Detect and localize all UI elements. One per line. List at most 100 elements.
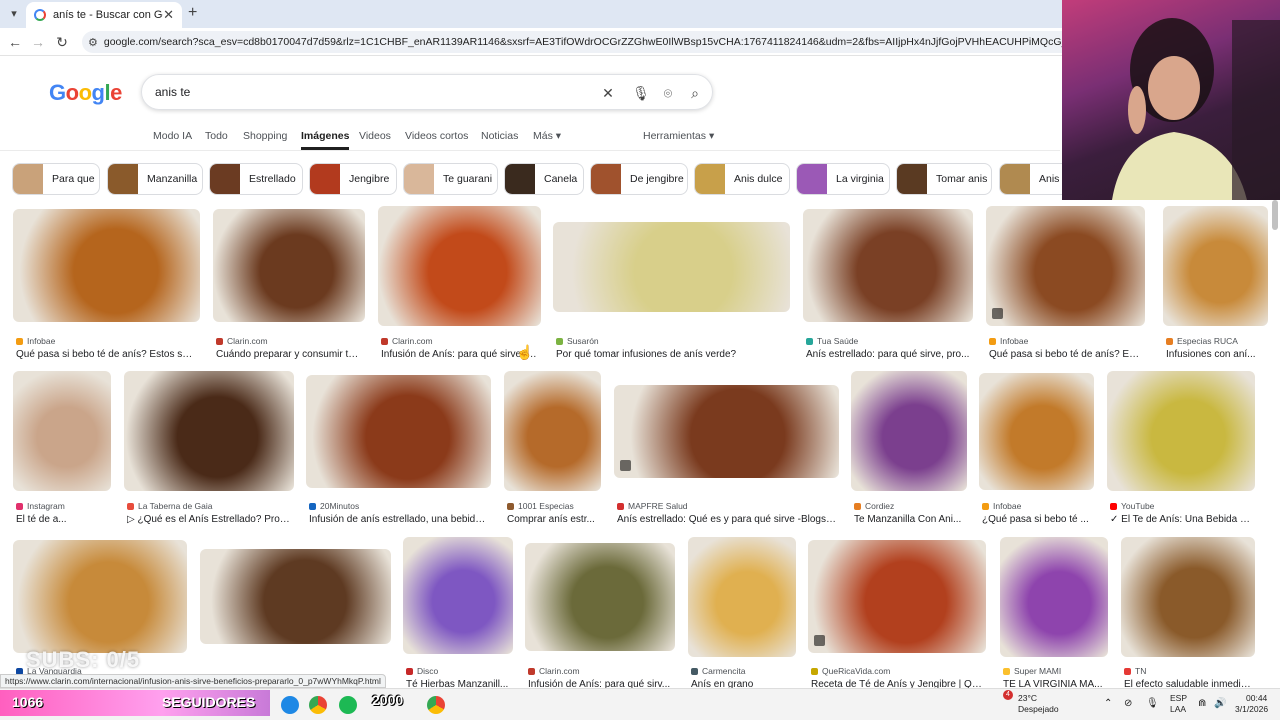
weather-temp[interactable]: 23°C [1018, 693, 1037, 704]
result-source[interactable]: Infobae [989, 336, 1028, 346]
result-source[interactable]: Especias RUCA [1166, 336, 1238, 346]
result-thumbnail-image[interactable] [1163, 206, 1268, 326]
clear-icon[interactable]: ✕ [598, 83, 618, 103]
clock-date[interactable]: 3/1/2026 [1235, 704, 1268, 715]
clock-time[interactable]: 00:44 [1246, 693, 1267, 704]
result-source[interactable]: Infobae [16, 336, 55, 346]
image-result[interactable]: Clarin.com Infusión de Anís: para qué sir… [525, 543, 675, 703]
result-caption[interactable]: Qué pasa si bebo té de anís? Est... [989, 349, 1142, 360]
result-thumbnail-image[interactable] [200, 549, 391, 644]
chip-2[interactable]: Estrellado [209, 163, 303, 195]
result-thumbnail-image[interactable] [1121, 537, 1255, 657]
result-thumbnail-image[interactable] [306, 375, 491, 488]
volume-icon[interactable]: 🔊 [1214, 698, 1226, 709]
image-result[interactable]: TN El efecto saludable inmedia... [1121, 537, 1255, 697]
result-source[interactable]: Susarón [556, 336, 599, 346]
image-result[interactable]: MAPFRE Salud Anís estrellado: Qué es y pa… [614, 385, 839, 545]
result-thumbnail-image[interactable] [1107, 371, 1255, 491]
result-source[interactable]: Tua Saúde [806, 336, 858, 346]
chip-0[interactable]: Para que [12, 163, 100, 195]
language-bottom[interactable]: LAA [1170, 704, 1186, 715]
result-thumbnail-image[interactable] [1000, 537, 1108, 657]
result-caption[interactable]: ✓ El Te de Anís: Una Bebida M... [1110, 514, 1252, 525]
result-caption[interactable]: Comprar anís estr... [507, 514, 598, 525]
result-thumbnail-image[interactable] [124, 371, 294, 491]
chip-8[interactable]: La virginia [796, 163, 890, 195]
tab-search-icon[interactable]: ▾ [6, 6, 22, 22]
image-result[interactable]: Infobae ¿Qué pasa si bebo té ... [979, 373, 1094, 533]
image-result[interactable]: QueRicaVida.com Receta de Té de Anís y Je… [808, 540, 986, 700]
result-caption[interactable]: Anís estrellado: Qué es y para qué sirve… [617, 514, 836, 525]
result-source[interactable]: Cordiez [854, 501, 894, 511]
tab-todo[interactable]: Todo [205, 130, 228, 142]
image-result[interactable]: YouTube ✓ El Te de Anís: Una Bebida M... [1107, 371, 1255, 531]
chip-6[interactable]: De jengibre [590, 163, 688, 195]
result-thumbnail-image[interactable] [525, 543, 675, 651]
result-source[interactable]: TN [1124, 666, 1146, 676]
new-tab-icon[interactable]: + [188, 4, 197, 22]
result-source[interactable]: Disco [406, 666, 438, 676]
result-caption[interactable]: El té de a... [16, 514, 108, 525]
result-caption[interactable]: Infusión de anís estrellado, una bebida … [309, 514, 488, 525]
image-result[interactable]: Instagram El té de a... [13, 371, 111, 531]
tab-modo-ia[interactable]: Modo IA [153, 130, 192, 142]
result-source[interactable]: 20Minutos [309, 501, 359, 511]
result-thumbnail-image[interactable] [979, 373, 1094, 490]
image-result[interactable]: Cordiez Te Manzanilla Con Ani... [851, 371, 967, 531]
image-result[interactable]: Tua Saúde Anís estrellado: para qué sirve… [803, 209, 973, 369]
image-result[interactable]: Super MAMI TE LA VIRGINIA MA... [1000, 537, 1108, 697]
tab-noticias[interactable]: Noticias [481, 130, 518, 142]
result-source[interactable]: La Taberna de Gaia [127, 501, 213, 511]
chip-5[interactable]: Canela [504, 163, 584, 195]
result-thumbnail-image[interactable] [986, 206, 1145, 326]
language-top[interactable]: ESP [1170, 693, 1187, 704]
result-thumbnail-image[interactable] [614, 385, 839, 478]
result-caption[interactable]: Infusión de Anís: para qué sirve, b... [381, 349, 538, 360]
camera-lens-icon[interactable]: ⌾ [658, 83, 678, 103]
image-result[interactable]: 20Minutos Infusión de anís estrellado, un… [306, 375, 491, 535]
site-info-icon[interactable]: ⚙ [88, 36, 98, 49]
result-caption[interactable]: ¿Qué pasa si bebo té ... [982, 514, 1091, 525]
forward-icon[interactable]: → [29, 33, 47, 51]
result-thumbnail-image[interactable] [13, 540, 187, 653]
result-thumbnail-image[interactable] [553, 222, 790, 312]
result-source[interactable] [203, 666, 214, 673]
microphone-tray-icon[interactable]: 🎙 [1146, 698, 1159, 709]
result-caption[interactable]: Cuándo preparar y consumir té ... [216, 349, 362, 360]
image-result[interactable]: Especias RUCA Infusiones con aní... [1163, 206, 1268, 366]
result-source[interactable]: 1001 Especias [507, 501, 574, 511]
edge-icon[interactable] [281, 696, 299, 714]
back-icon[interactable]: ← [6, 33, 24, 51]
result-caption[interactable]: Te Manzanilla Con Ani... [854, 514, 964, 525]
image-result[interactable]: Disco Té Hierbas Manzanill... [403, 537, 513, 697]
result-thumbnail-image[interactable] [213, 209, 365, 322]
chip-1[interactable]: Manzanilla [107, 163, 203, 195]
result-caption[interactable]: Anís estrellado: para qué sirve, pro... [806, 349, 970, 360]
tab-mas[interactable]: Más ▾ [533, 130, 561, 142]
close-tab-icon[interactable]: ✕ [163, 7, 174, 23]
result-source[interactable]: MAPFRE Salud [617, 501, 688, 511]
tab-imagenes[interactable]: Imágenes [301, 130, 350, 150]
search-icon[interactable]: ⌕ [685, 83, 705, 103]
tray-overflow-icon[interactable]: ⌃ [1104, 698, 1112, 709]
image-result[interactable]: Clarin.com Cuándo preparar y consumir té … [213, 209, 365, 369]
browser-tab[interactable]: anís te - Buscar con Google ✕ [26, 2, 182, 28]
network-icon[interactable]: ⊘ [1124, 698, 1132, 709]
result-source[interactable]: Clarin.com [528, 666, 580, 676]
result-source[interactable]: Infobae [982, 501, 1021, 511]
result-source[interactable]: Clarin.com [216, 336, 268, 346]
tools-button[interactable]: Herramientas ▾ [643, 130, 714, 142]
result-thumbnail-image[interactable] [803, 209, 973, 322]
chrome-icon[interactable] [309, 696, 327, 714]
result-thumbnail-image[interactable] [504, 371, 601, 491]
image-result[interactable]: Infobae Qué pasa si bebo té de anís? Esto… [13, 209, 200, 369]
result-thumbnail-image[interactable] [403, 537, 513, 654]
chip-7[interactable]: Anis dulce [694, 163, 790, 195]
microphone-icon[interactable]: 🎙 [631, 83, 651, 103]
result-thumbnail-image[interactable] [378, 206, 541, 326]
result-caption[interactable]: ▷ ¿Qué es el Anís Estrellado? Prop... [127, 514, 291, 525]
result-source[interactable]: Carmencita [691, 666, 745, 676]
image-result[interactable]: Clarin.com Infusión de Anís: para qué sir… [378, 206, 541, 366]
chip-9[interactable]: Tomar anis [896, 163, 992, 195]
google-logo[interactable]: Google [49, 80, 122, 106]
